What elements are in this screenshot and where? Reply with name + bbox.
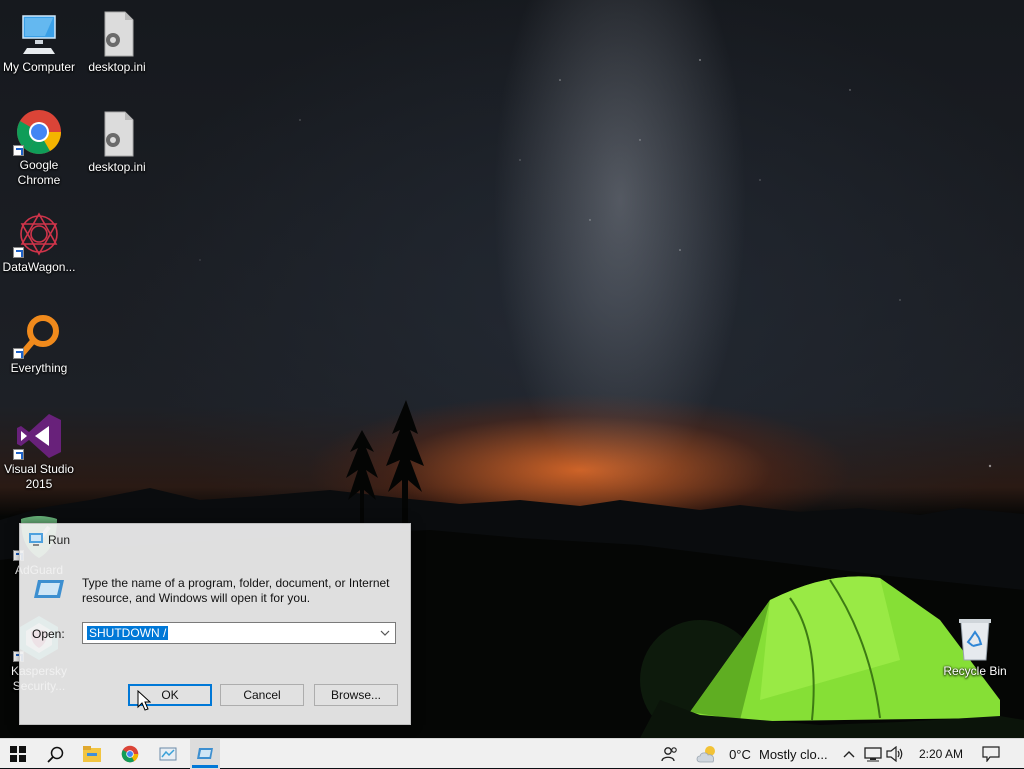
action-center-button[interactable] [978, 739, 1004, 769]
icon-label: My Computer [2, 60, 76, 74]
icon-label: desktop.ini [88, 160, 146, 174]
taskbar-chrome[interactable] [116, 739, 144, 769]
file-explorer-icon [83, 746, 101, 762]
computer-icon [15, 10, 63, 58]
shortcut-arrow-icon [13, 145, 24, 156]
people-button[interactable] [658, 739, 682, 769]
run-icon [34, 580, 64, 598]
everything-search-icon [13, 311, 63, 359]
control-panel-icon [159, 747, 177, 761]
desktop-icon-desktop-ini[interactable]: desktop.ini [78, 10, 156, 75]
desktop-icon-everything[interactable]: Everything [0, 311, 78, 376]
cancel-button[interactable]: Cancel [220, 684, 304, 706]
volume-button[interactable] [885, 739, 905, 769]
icon-label: Google Chrome [17, 158, 61, 187]
icon-label: Visual Studio 2015 [4, 462, 74, 491]
weather-temperature[interactable]: 0°C [727, 739, 753, 769]
network-button[interactable] [863, 739, 883, 769]
run-description: Type the name of a program, folder, docu… [82, 576, 390, 605]
desktop-icon-visual-studio[interactable]: Visual Studio 2015 [0, 412, 78, 492]
icon-label: DataWagon... [2, 260, 76, 274]
settings-file-icon [93, 110, 141, 158]
show-hidden-icons-button[interactable] [842, 739, 856, 769]
open-input-value[interactable]: SHUTDOWN / [87, 626, 169, 640]
search-icon [46, 746, 63, 763]
settings-file-icon [93, 10, 141, 58]
open-label: Open: [32, 627, 65, 641]
partly-cloudy-icon [696, 746, 715, 763]
run-dialog-icon [197, 748, 213, 759]
shortcut-arrow-icon [13, 449, 24, 460]
chevron-up-icon [843, 751, 855, 758]
desktop-icon-datawagon[interactable]: DataWagon... [0, 210, 78, 275]
run-dialog-title: Run [48, 533, 71, 547]
volume-icon [886, 746, 903, 762]
taskbar-file-explorer[interactable] [78, 739, 106, 769]
desktop-icon-my-computer[interactable]: My Computer [0, 10, 78, 75]
clock[interactable]: 2:20 AM [912, 739, 970, 769]
icon-label: desktop.ini [88, 60, 146, 74]
shortcut-arrow-icon [13, 247, 24, 258]
run-app-icon [29, 533, 43, 546]
icon-label: Everything [10, 361, 68, 375]
weather-button[interactable] [694, 739, 722, 769]
people-icon [661, 747, 677, 762]
run-dialog: Run Type the name of a program, folder, … [19, 523, 411, 725]
taskbar-control-panel[interactable] [154, 739, 182, 769]
taskbar: 0°C Mostly clo... 2:20 AM [0, 738, 1024, 769]
desktop-icon-desktop-ini-2[interactable]: desktop.ini [78, 110, 156, 175]
chrome-icon [13, 108, 63, 156]
shortcut-arrow-icon [13, 348, 24, 359]
search-button[interactable] [38, 739, 72, 769]
desktop-icon-recycle-bin[interactable]: Recycle Bin [936, 614, 1014, 679]
weather-condition[interactable]: Mostly clo... [759, 739, 835, 769]
network-icon [864, 747, 882, 762]
browse-button[interactable]: Browse... [314, 684, 398, 706]
action-center-icon [982, 746, 1000, 762]
visual-studio-icon [13, 412, 63, 460]
chrome-icon [121, 745, 139, 763]
windows-logo-icon [10, 746, 26, 762]
chevron-down-icon[interactable] [379, 627, 391, 639]
start-button[interactable] [0, 739, 36, 769]
mouse-cursor-icon [137, 690, 151, 711]
datawagon-icon [13, 210, 63, 258]
recycle-bin-icon [951, 614, 999, 662]
open-combobox[interactable]: SHUTDOWN / [82, 622, 396, 644]
icon-label: Recycle Bin [943, 664, 1007, 678]
desktop-icon-google-chrome[interactable]: Google Chrome [0, 108, 78, 188]
